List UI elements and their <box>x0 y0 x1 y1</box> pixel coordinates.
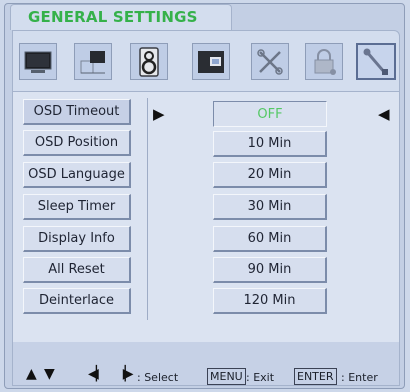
enter-hint: : Enter <box>341 371 378 384</box>
option-10-min[interactable]: 10 Min <box>213 131 327 157</box>
menu-key: MENU <box>207 368 246 385</box>
picture-icon <box>24 51 52 73</box>
option-60-min[interactable]: 60 Min <box>213 226 327 252</box>
menu-item-sleep-timer[interactable]: Sleep Timer <box>23 194 131 220</box>
option-90-min[interactable]: 90 Min <box>213 257 327 283</box>
tab-lock[interactable] <box>305 43 343 80</box>
option-20-min[interactable]: 20 Min <box>213 162 327 188</box>
right-arrow-icon: ▶ <box>153 105 165 123</box>
right-step-icon: ▕▶ <box>115 366 133 382</box>
menu-item-display-info[interactable]: Display Info <box>23 226 131 252</box>
audio-icon <box>139 46 159 77</box>
tools-icon <box>257 48 283 75</box>
screen-position-icon <box>80 50 105 73</box>
tab-general-settings[interactable] <box>356 43 396 80</box>
left-arrow-icon: ◀ <box>378 105 390 123</box>
tab-pip[interactable] <box>192 43 230 80</box>
option-30-min[interactable]: 30 Min <box>213 194 327 220</box>
up-arrow-icon: ▲ <box>26 366 37 382</box>
down-arrow-icon: ▼ <box>44 366 55 382</box>
exit-hint: : Exit <box>246 371 275 384</box>
tab-position[interactable] <box>74 43 112 80</box>
tab-tools[interactable] <box>251 43 289 80</box>
column-divider <box>147 98 148 320</box>
menu-item-all-reset[interactable]: All Reset <box>23 257 131 283</box>
menu-item-osd-timeout[interactable]: OSD Timeout <box>23 99 131 125</box>
tab-picture[interactable] <box>19 43 57 80</box>
menu-item-osd-position[interactable]: OSD Position <box>23 130 131 156</box>
select-hint: : Select <box>137 371 179 384</box>
left-step-icon: ◀▏ <box>88 366 106 382</box>
option-120-min[interactable]: 120 Min <box>213 288 327 314</box>
window-title: GENERAL SETTINGS <box>28 8 198 26</box>
option-off[interactable]: OFF <box>213 101 327 127</box>
pip-icon <box>198 50 224 73</box>
menu-item-osd-language[interactable]: OSD Language <box>23 162 131 188</box>
menu-item-deinterlace[interactable]: Deinterlace <box>23 288 131 314</box>
lock-icon <box>314 48 336 75</box>
general-settings-icon <box>363 48 388 75</box>
enter-key: ENTER <box>294 368 337 385</box>
tab-audio[interactable] <box>130 43 168 80</box>
